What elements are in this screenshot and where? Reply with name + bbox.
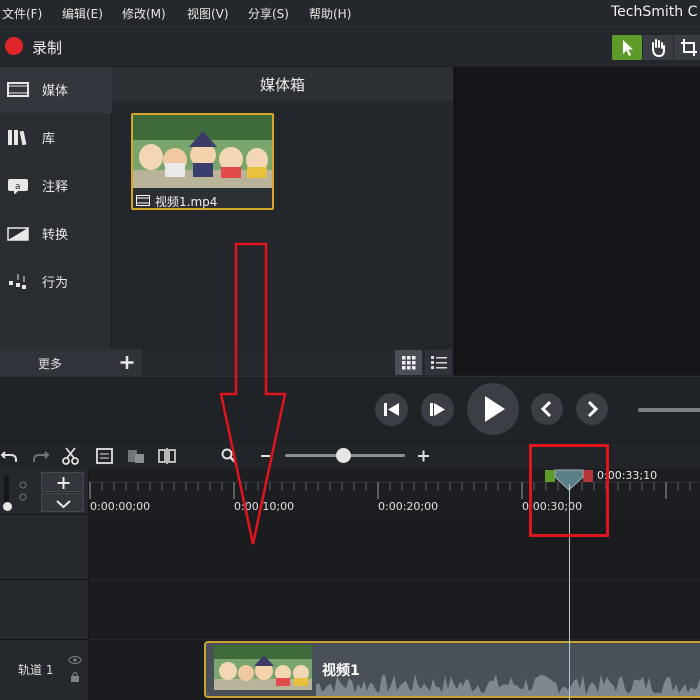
record-icon[interactable]: [5, 37, 23, 55]
sidebar-item-label: 转换: [42, 228, 69, 243]
app-title: TechSmith C: [611, 4, 698, 20]
transition-icon: [7, 227, 29, 241]
play-button[interactable]: [467, 383, 519, 435]
menu-modify[interactable]: 修改(M): [122, 5, 166, 22]
record-button[interactable]: 录制: [32, 37, 62, 58]
sidebar-item-library[interactable]: 库: [0, 115, 112, 161]
chevron-down-icon: [56, 500, 71, 509]
track-height-slider[interactable]: [4, 475, 9, 503]
add-media-button[interactable]: [112, 349, 142, 376]
media-bin-title: 媒体箱: [259, 76, 305, 94]
zoom-slider-handle[interactable]: [336, 448, 351, 463]
media-item[interactable]: 视频1.mp4: [131, 113, 274, 210]
redo-icon[interactable]: [30, 443, 50, 469]
crop-icon: [681, 39, 697, 56]
menu-edit[interactable]: 编辑(E): [62, 5, 103, 22]
copy-icon[interactable]: [94, 443, 116, 469]
more-label: 更多: [38, 357, 63, 371]
step-back-icon: [384, 403, 399, 416]
sidebar-item-transitions[interactable]: 转换: [0, 211, 112, 257]
sidebar-item-media[interactable]: 媒体: [0, 67, 112, 113]
menu-help[interactable]: 帮助(H): [309, 5, 351, 22]
pan-tool-button[interactable]: [643, 35, 673, 60]
collapse-tracks-button[interactable]: [41, 493, 84, 512]
library-icon: [8, 130, 27, 146]
menu-view[interactable]: 视图(V): [187, 5, 229, 22]
crop-tool-button[interactable]: [674, 35, 700, 60]
split-icon[interactable]: [156, 443, 178, 469]
scissors-icon[interactable]: [60, 443, 82, 469]
annotation-icon: a: [8, 179, 28, 194]
video-thumbnail: [133, 115, 272, 188]
play-icon: [485, 396, 505, 422]
film-icon: [7, 82, 29, 97]
undo-icon[interactable]: [0, 443, 20, 469]
select-tool-button[interactable]: [612, 35, 642, 60]
previous-button[interactable]: [531, 393, 563, 425]
ruler-label: 0:00:00;00: [90, 500, 151, 513]
zoom-in-icon[interactable]: [416, 443, 432, 469]
svg-text:a: a: [15, 182, 21, 192]
more-button[interactable]: 更多: [0, 349, 112, 376]
menu-file[interactable]: 文件(F): [2, 5, 42, 22]
step-forward-button[interactable]: [421, 393, 454, 426]
add-track-button[interactable]: [41, 472, 84, 492]
media-item-name: 视频1.mp4: [155, 195, 218, 209]
preview-canvas[interactable]: [454, 67, 700, 375]
track-height-handle[interactable]: [3, 502, 12, 511]
record-toolbar: 录制: [0, 26, 700, 66]
grid-view-button[interactable]: [395, 350, 422, 375]
cursor-icon: [623, 40, 633, 56]
media-bin-header: 媒体箱: [112, 67, 453, 101]
behavior-icon: [9, 274, 26, 289]
lock-icon[interactable]: [69, 671, 81, 683]
paste-icon[interactable]: [125, 443, 147, 469]
step-back-button[interactable]: [375, 393, 408, 426]
hand-icon: [652, 39, 665, 58]
magnet-icon: [19, 481, 27, 501]
playback-controls: [0, 376, 700, 442]
sidebar-item-behaviors[interactable]: 行为: [0, 259, 112, 305]
film-icon: [136, 195, 150, 206]
grid-icon: [402, 356, 416, 370]
menu-bar: 文件(F) 编辑(E) 修改(M) 视图(V) 分享(S) 帮助(H) Tech…: [0, 0, 700, 26]
list-view-button[interactable]: [425, 350, 452, 375]
chevron-right-icon: [587, 400, 599, 418]
sidebar-item-label: 行为: [42, 276, 69, 291]
menu-share[interactable]: 分享(S): [248, 5, 289, 22]
tool-tabs-panel: 媒体 库 a 注释 转换 行为: [0, 67, 112, 375]
track-1-label: 轨道 1: [18, 663, 54, 677]
ruler-label: 0:00:20;00: [378, 500, 439, 513]
sidebar-item-label: 注释: [42, 180, 69, 195]
sidebar-item-annotations[interactable]: a 注释: [0, 163, 112, 209]
plus-icon: [57, 477, 70, 489]
audio-waveform: [316, 674, 700, 696]
chevron-left-icon: [540, 400, 552, 418]
sidebar-item-label: 媒体: [42, 84, 69, 99]
volume-slider[interactable]: [638, 408, 700, 412]
list-icon: [431, 356, 447, 369]
plus-icon: [120, 356, 134, 369]
highlight-box-annotation: [529, 444, 609, 537]
eye-icon[interactable]: [68, 655, 82, 665]
down-arrow-annotation: [219, 242, 287, 545]
timeline-clip[interactable]: 视频1: [204, 641, 700, 698]
step-forward-icon: [430, 403, 445, 416]
sidebar-item-label: 库: [42, 132, 56, 147]
next-button[interactable]: [576, 393, 608, 425]
